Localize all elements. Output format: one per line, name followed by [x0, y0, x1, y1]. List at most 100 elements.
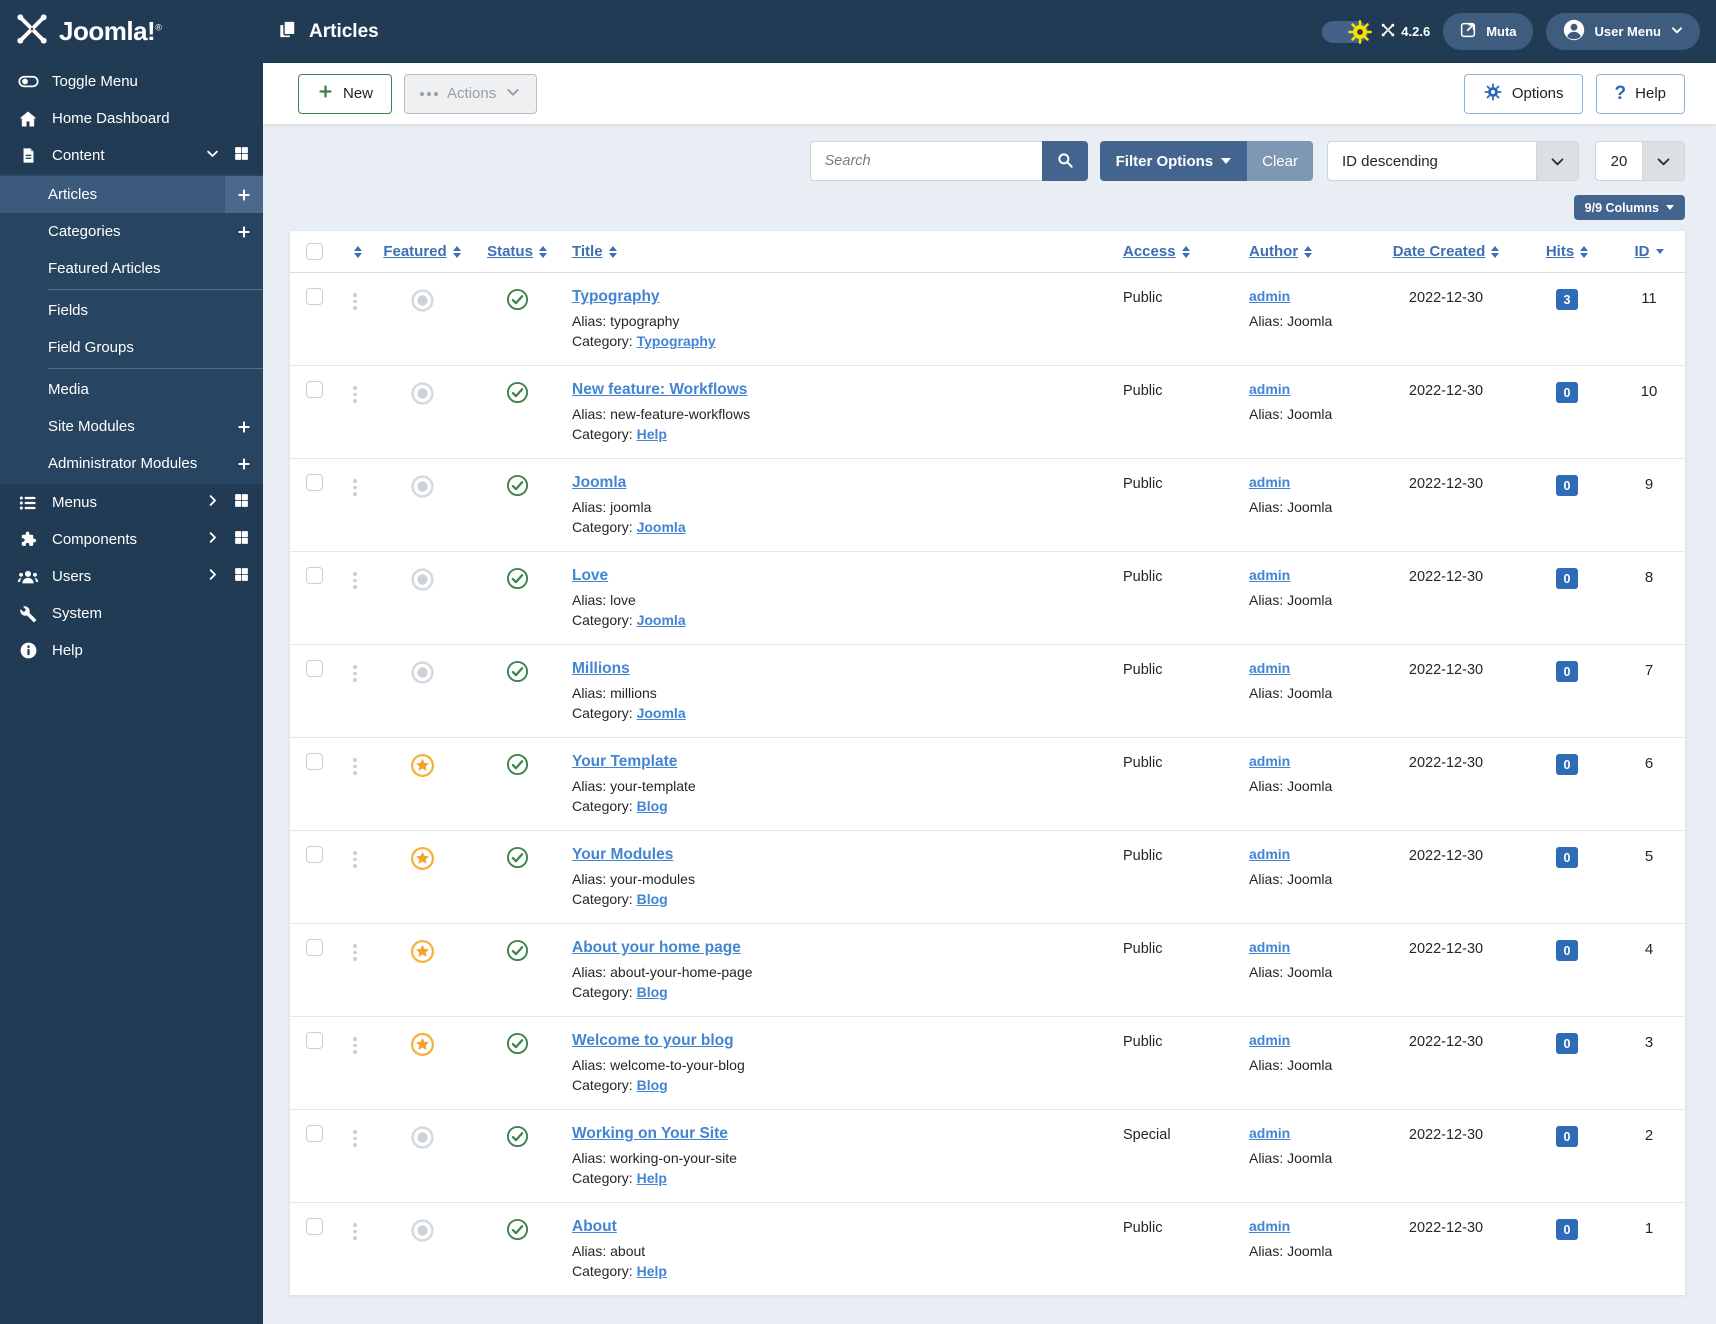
unfeatured-icon[interactable]	[410, 1125, 435, 1150]
article-title-link[interactable]: Love	[572, 567, 608, 584]
status-published-icon[interactable]	[506, 288, 529, 316]
author-link[interactable]: admin	[1249, 1032, 1290, 1048]
status-published-icon[interactable]	[506, 660, 529, 688]
sidebar-item-content[interactable]: Content	[0, 137, 263, 174]
filter-options-button[interactable]: Filter Options	[1099, 141, 1248, 181]
unfeatured-icon[interactable]	[410, 660, 435, 685]
add-category-button[interactable]	[236, 224, 252, 240]
author-column-header[interactable]: Author	[1249, 243, 1298, 260]
access-column-header[interactable]: Access	[1123, 243, 1176, 260]
author-link[interactable]: admin	[1249, 939, 1290, 955]
help-button[interactable]: ? Help	[1595, 73, 1685, 114]
article-title-link[interactable]: About	[572, 1218, 617, 1235]
clear-button[interactable]: Clear	[1247, 141, 1313, 181]
unfeatured-icon[interactable]	[410, 1218, 435, 1243]
featured-star-icon[interactable]	[410, 1032, 435, 1057]
status-published-icon[interactable]	[506, 567, 529, 595]
unfeatured-icon[interactable]	[410, 567, 435, 592]
row-checkbox[interactable]	[305, 381, 323, 398]
article-title-link[interactable]: Typography	[572, 288, 660, 305]
row-checkbox[interactable]	[305, 846, 323, 863]
drag-handle-icon[interactable]	[353, 1032, 357, 1054]
sidebar-item-administrator-modules[interactable]: Administrator Modules	[0, 445, 263, 482]
sidebar-item-system[interactable]: System	[0, 595, 263, 632]
sidebar-item-categories[interactable]: Categories	[0, 213, 263, 250]
unfeatured-icon[interactable]	[410, 474, 435, 499]
featured-column-header[interactable]: Featured	[383, 243, 446, 260]
article-title-link[interactable]: Welcome to your blog	[572, 1032, 734, 1049]
author-link[interactable]: admin	[1249, 1218, 1290, 1234]
sort-order-select[interactable]: ID descending	[1327, 141, 1579, 181]
category-link[interactable]: Help	[637, 426, 667, 442]
featured-star-icon[interactable]	[410, 753, 435, 778]
row-checkbox[interactable]	[305, 1032, 323, 1049]
grid-dashboard-icon[interactable]	[233, 529, 250, 550]
page-size-select[interactable]: 20	[1595, 141, 1685, 181]
sidebar-item-help[interactable]: Help	[0, 632, 263, 669]
category-link[interactable]: Typography	[637, 333, 716, 349]
sidebar-item-users[interactable]: Users	[0, 558, 263, 595]
row-checkbox[interactable]	[305, 1125, 323, 1142]
sidebar-item-articles[interactable]: Articles	[0, 176, 263, 213]
article-title-link[interactable]: Your Modules	[572, 846, 673, 863]
drag-handle-icon[interactable]	[353, 288, 357, 310]
status-published-icon[interactable]	[506, 846, 529, 874]
options-button[interactable]: Options	[1463, 73, 1583, 114]
drag-handle-icon[interactable]	[353, 1125, 357, 1147]
drag-handle-icon[interactable]	[353, 381, 357, 403]
article-title-link[interactable]: About your home page	[572, 939, 741, 956]
postinstall-toggle[interactable]	[1322, 19, 1373, 44]
drag-handle-icon[interactable]	[353, 567, 357, 589]
row-checkbox[interactable]	[305, 567, 323, 584]
category-link[interactable]: Blog	[637, 984, 668, 1000]
author-link[interactable]: admin	[1249, 846, 1290, 862]
sidebar-item-featured-articles[interactable]: Featured Articles	[0, 250, 263, 287]
row-checkbox[interactable]	[305, 939, 323, 956]
category-link[interactable]: Blog	[637, 891, 668, 907]
row-checkbox[interactable]	[305, 474, 323, 491]
joomla-brand[interactable]: Joomla!®	[0, 12, 263, 51]
sidebar-item-field-groups[interactable]: Field Groups	[0, 329, 263, 366]
category-link[interactable]: Joomla	[637, 519, 686, 535]
category-link[interactable]: Help	[637, 1170, 667, 1186]
add-site-module-button[interactable]	[236, 419, 252, 435]
actions-button[interactable]: Actions	[404, 73, 538, 114]
status-published-icon[interactable]	[506, 1218, 529, 1246]
title-column-header[interactable]: Title	[572, 243, 603, 260]
sidebar-item-media[interactable]: Media	[0, 371, 263, 408]
status-published-icon[interactable]	[506, 939, 529, 967]
sidebar-item-home-dashboard[interactable]: Home Dashboard	[0, 100, 263, 137]
sidebar-item-components[interactable]: Components	[0, 521, 263, 558]
id-column-header[interactable]: ID	[1635, 243, 1650, 260]
row-checkbox[interactable]	[305, 288, 323, 305]
category-link[interactable]: Blog	[637, 1077, 668, 1093]
status-published-icon[interactable]	[506, 474, 529, 502]
select-all-checkbox[interactable]	[305, 243, 323, 260]
add-admin-module-button[interactable]	[236, 456, 252, 472]
muta-preview-button[interactable]: Muta	[1443, 13, 1533, 50]
category-link[interactable]: Help	[637, 1263, 667, 1279]
ordering-column-header[interactable]	[338, 245, 372, 258]
author-link[interactable]: admin	[1249, 1125, 1290, 1141]
row-checkbox[interactable]	[305, 660, 323, 677]
sidebar-item-fields[interactable]: Fields	[0, 292, 263, 329]
featured-star-icon[interactable]	[410, 939, 435, 964]
author-link[interactable]: admin	[1249, 381, 1290, 397]
columns-dropdown-button[interactable]: 9/9 Columns	[1573, 195, 1685, 220]
drag-handle-icon[interactable]	[353, 753, 357, 775]
row-checkbox[interactable]	[305, 753, 323, 770]
author-link[interactable]: admin	[1249, 288, 1290, 304]
sidebar-item-toggle-menu[interactable]: Toggle Menu	[0, 63, 263, 100]
sidebar-item-site-modules[interactable]: Site Modules	[0, 408, 263, 445]
search-input[interactable]	[809, 141, 1042, 181]
author-link[interactable]: admin	[1249, 567, 1290, 583]
status-published-icon[interactable]	[506, 1125, 529, 1153]
category-link[interactable]: Joomla	[637, 705, 686, 721]
featured-star-icon[interactable]	[410, 846, 435, 871]
status-published-icon[interactable]	[506, 753, 529, 781]
article-title-link[interactable]: New feature: Workflows	[572, 381, 747, 398]
add-article-button[interactable]	[225, 176, 263, 213]
category-link[interactable]: Blog	[637, 798, 668, 814]
category-link[interactable]: Joomla	[637, 612, 686, 628]
sidebar-item-menus[interactable]: Menus	[0, 484, 263, 521]
